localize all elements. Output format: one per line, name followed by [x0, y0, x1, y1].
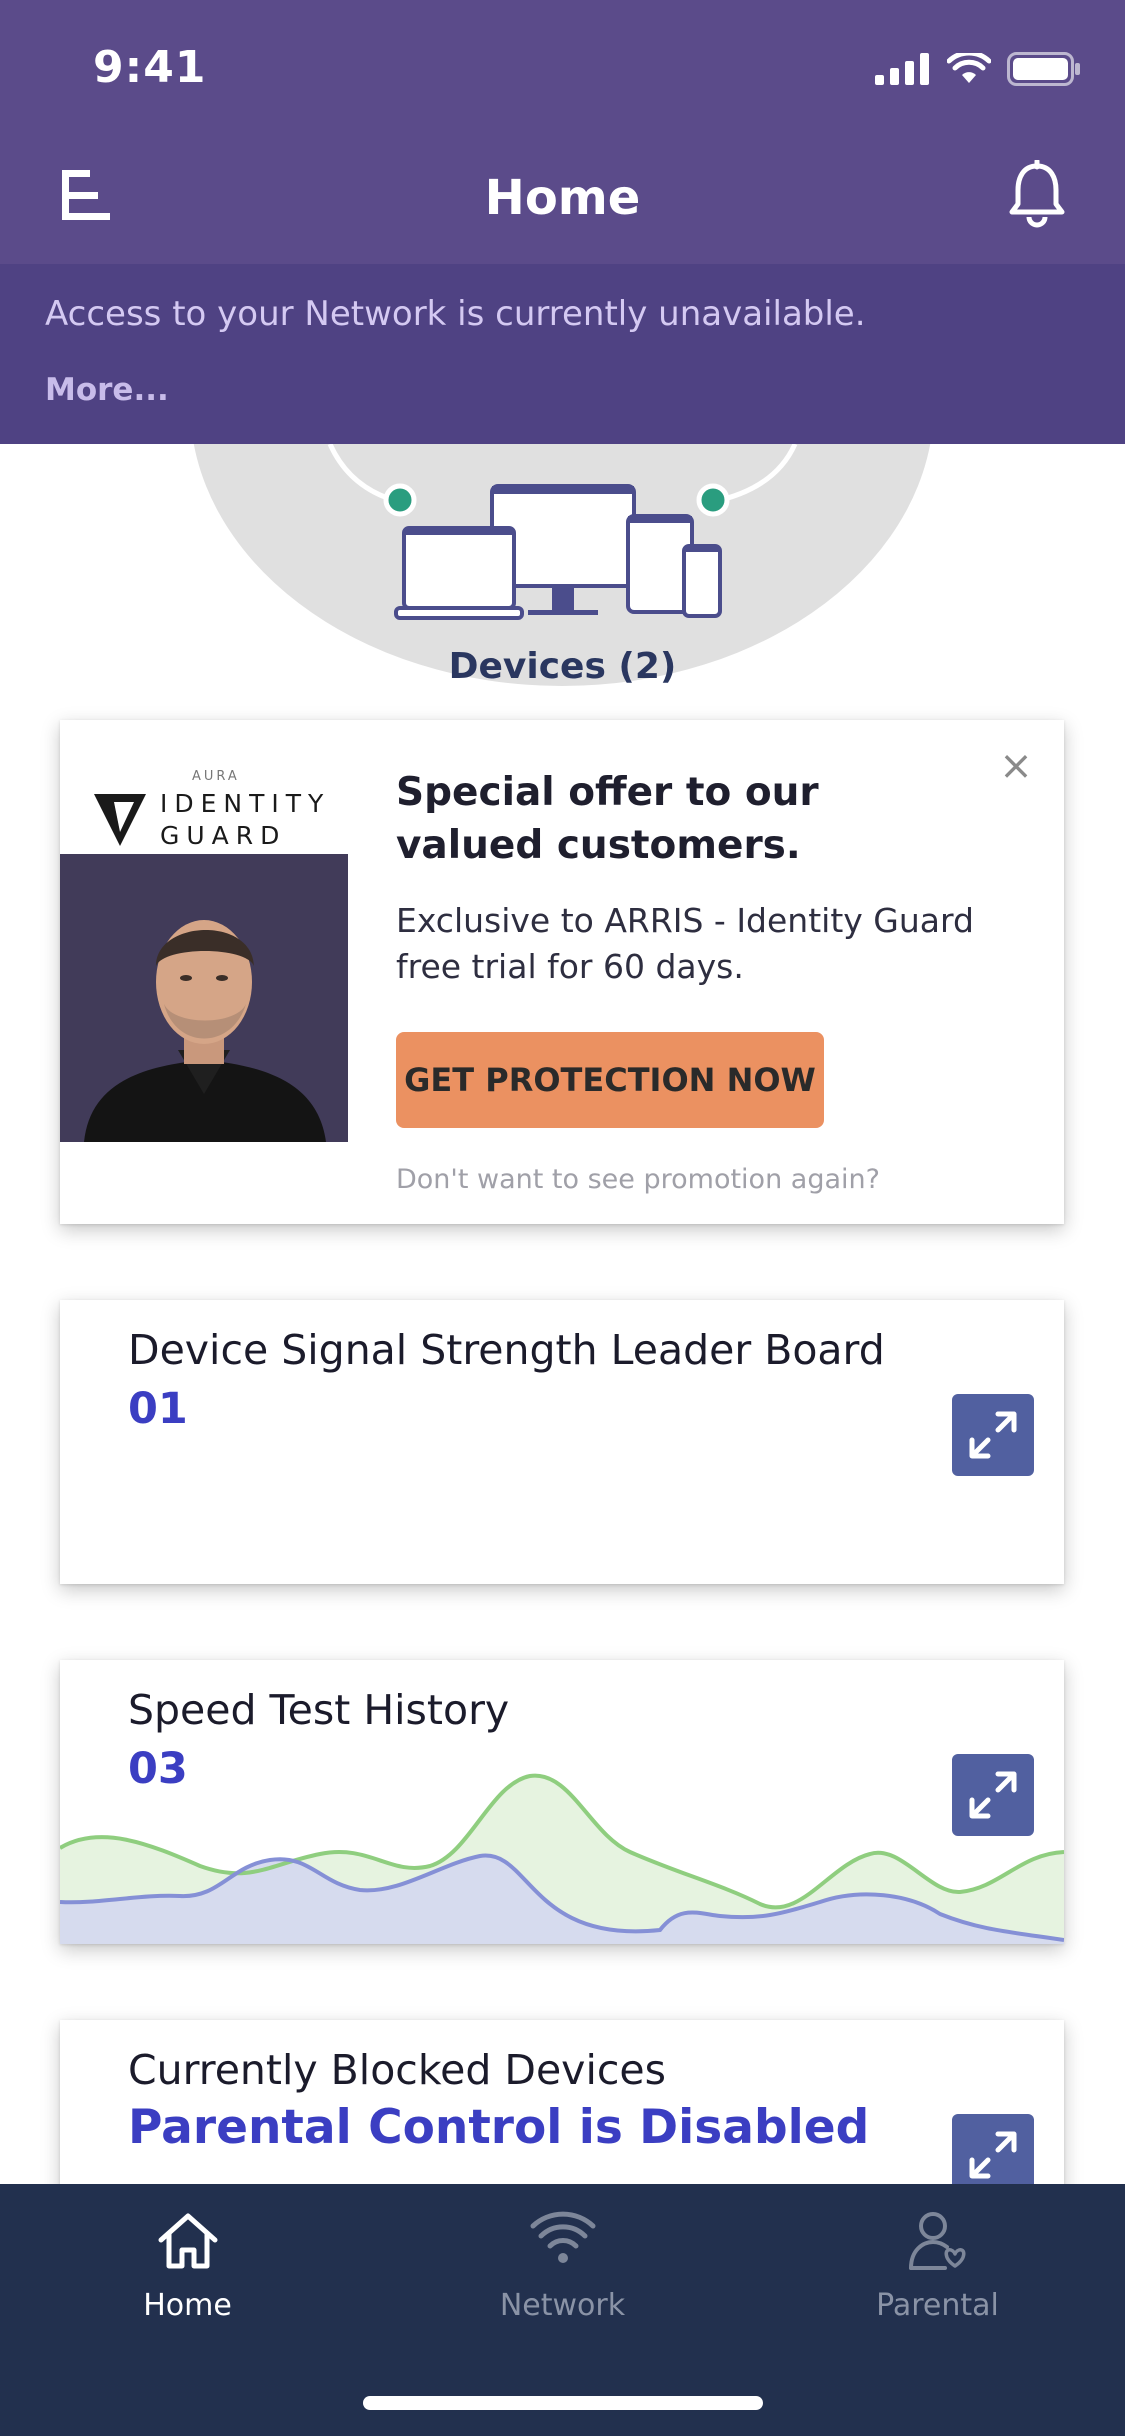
- speed-test-title: Speed Test History: [128, 1686, 510, 1734]
- phone-icon: [682, 544, 722, 618]
- notifications-button[interactable]: [1007, 158, 1067, 230]
- expand-icon: [969, 1411, 1017, 1459]
- banner-more-link[interactable]: More...: [45, 372, 169, 408]
- battery-icon: [1007, 52, 1080, 86]
- signal-strength-leaderboard-card[interactable]: Device Signal Strength Leader Board 01: [60, 1300, 1064, 1584]
- app-header: 9:41 Home: [0, 0, 1125, 264]
- leaderboard-expand-button[interactable]: [952, 1394, 1034, 1476]
- promo-description: Exclusive to ARRIS - Identity Guard free…: [396, 901, 974, 986]
- laptop-icon: [394, 526, 524, 620]
- wifi-icon: [530, 2211, 596, 2263]
- cellular-signal-icon: [875, 53, 929, 85]
- network-unavailable-banner: Access to your Network is currently unav…: [0, 264, 1125, 444]
- expand-icon: [969, 1771, 1017, 1819]
- get-protection-button[interactable]: GET PROTECTION NOW: [396, 1032, 824, 1128]
- tab-network-label: Network: [499, 2288, 626, 2323]
- tab-parental[interactable]: Parental: [750, 2208, 1125, 2338]
- identity-guard-logo: AURA IDENTITY GUARD: [90, 742, 350, 852]
- blocked-devices-title: Currently Blocked Devices: [128, 2046, 666, 2094]
- dismiss-promo-link[interactable]: Don't want to see promotion again?: [396, 1164, 880, 1195]
- leaderboard-title: Device Signal Strength Leader Board: [128, 1326, 885, 1374]
- promo-title-line-1: Special offer to our: [396, 770, 819, 815]
- bell-icon: [1009, 158, 1065, 228]
- svg-text:GUARD: GUARD: [160, 821, 286, 850]
- identity-guard-promo-card: AURA IDENTITY GUARD × Special offer to o…: [60, 720, 1064, 1224]
- banner-message: Access to your Network is currently unav…: [45, 294, 866, 334]
- connection-node-left: [383, 483, 417, 517]
- status-time: 9:41: [93, 42, 207, 93]
- expand-icon: [969, 2131, 1017, 2179]
- connection-node-right: [696, 483, 730, 517]
- parental-icon: [909, 2212, 966, 2270]
- speed-test-value: 03: [128, 1744, 188, 1794]
- svg-text:IDENTITY: IDENTITY: [160, 789, 330, 818]
- wifi-status-icon: [947, 53, 991, 83]
- speed-test-history-chart: [60, 1773, 1064, 1944]
- svg-text:AURA: AURA: [192, 769, 240, 784]
- promo-close-icon[interactable]: ×: [996, 746, 1036, 786]
- tab-network[interactable]: Network: [375, 2208, 750, 2338]
- home-indicator: [363, 2396, 763, 2410]
- tab-home-label: Home: [143, 2288, 232, 2323]
- speed-test-expand-button[interactable]: [952, 1754, 1034, 1836]
- status-icons: [875, 52, 1081, 86]
- promo-title: Special offer to our valued customers.: [396, 766, 956, 872]
- promo-person-photo: [60, 854, 348, 1142]
- parental-control-status: Parental Control is Disabled: [128, 2100, 870, 2155]
- leaderboard-value: 01: [128, 1384, 188, 1434]
- page-title: Home: [484, 170, 641, 226]
- speed-test-history-card[interactable]: Speed Test History 03: [60, 1660, 1064, 1944]
- tab-parental-label: Parental: [876, 2288, 999, 2323]
- tab-home[interactable]: Home: [0, 2208, 375, 2338]
- home-icon: [158, 2213, 218, 2269]
- promo-title-line-2: valued customers.: [396, 823, 801, 868]
- devices-count-label[interactable]: Devices (2): [0, 646, 1125, 687]
